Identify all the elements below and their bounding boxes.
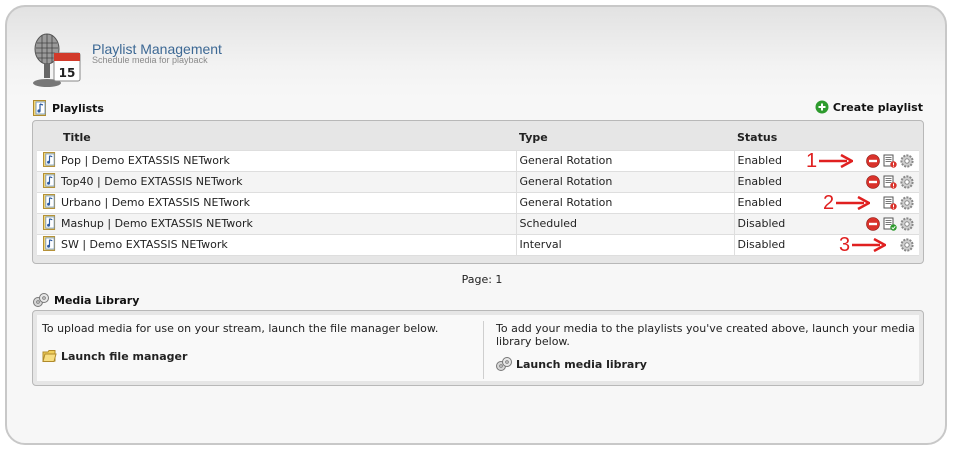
- annotation-number: 2: [823, 192, 835, 214]
- launch-file-manager-link[interactable]: Launch file manager: [42, 349, 472, 363]
- disable-icon[interactable]: [866, 153, 880, 168]
- playlist-icon: [42, 214, 55, 230]
- gear-icon[interactable]: [900, 195, 914, 210]
- launch-media-library-link[interactable]: Launch media library: [496, 357, 916, 371]
- media-library-title: Media Library: [54, 293, 140, 307]
- media-library-icon: [33, 293, 49, 307]
- divider: [483, 321, 484, 379]
- table-row[interactable]: Mashup | Demo EXTASSIS NETwork Scheduled…: [37, 212, 919, 235]
- app-frame: 15 Playlist Management Schedule media fo…: [5, 5, 947, 445]
- row-title[interactable]: Top40 | Demo EXTASSIS NETwork: [61, 170, 517, 193]
- row-type: Interval: [516, 233, 735, 256]
- table-row[interactable]: Urbano | Demo EXTASSIS NETwork General R…: [37, 191, 919, 214]
- table-header-row: Title Type Status: [37, 125, 919, 150]
- create-playlist-label: Create playlist: [832, 100, 923, 114]
- microphone-calendar-icon: 15: [33, 33, 81, 87]
- arrow-right-icon: [852, 238, 887, 252]
- media-library-box: To upload media for use on your stream, …: [32, 310, 924, 386]
- gear-icon[interactable]: [900, 216, 914, 231]
- arrow-right-icon: [836, 196, 871, 210]
- pagination: Page: 1: [461, 273, 503, 286]
- playlist-icon: [42, 235, 55, 251]
- row-status: Enabled: [734, 170, 809, 193]
- annotation-3: 3: [839, 234, 887, 256]
- folder-icon: [42, 350, 57, 362]
- gear-icon[interactable]: [900, 153, 914, 168]
- row-title[interactable]: Mashup | Demo EXTASSIS NETwork: [61, 212, 517, 235]
- playlist-alert-icon[interactable]: [883, 196, 897, 210]
- table-row[interactable]: Top40 | Demo EXTASSIS NETwork General Ro…: [37, 170, 919, 193]
- disable-icon[interactable]: [866, 174, 880, 189]
- table-row[interactable]: Pop | Demo EXTASSIS NETwork General Rota…: [37, 149, 919, 172]
- row-status: Disabled: [734, 212, 809, 235]
- annotation-number: 1: [806, 150, 818, 172]
- arrow-right-icon: [819, 154, 854, 168]
- row-type: General Rotation: [516, 191, 735, 214]
- media-library-icon: [496, 357, 512, 371]
- column-type: Type: [519, 130, 548, 144]
- calendar-day: 15: [59, 66, 76, 80]
- playlist-alert-icon[interactable]: [883, 154, 897, 168]
- row-type: General Rotation: [516, 170, 735, 193]
- media-library-panel: To add your media to the playlists you'v…: [496, 322, 916, 371]
- disable-icon[interactable]: [866, 216, 880, 231]
- playlists-table: Title Type Status Pop | Demo EXTASSIS NE…: [37, 125, 919, 256]
- file-manager-panel: To upload media for use on your stream, …: [42, 322, 472, 363]
- row-status: Disabled: [734, 233, 809, 256]
- row-type: General Rotation: [516, 149, 735, 172]
- row-title[interactable]: SW | Demo EXTASSIS NETwork: [61, 233, 517, 256]
- launch-file-manager-label: Launch file manager: [61, 349, 188, 363]
- playlist-enabled-icon[interactable]: [883, 217, 897, 231]
- playlist-alert-icon[interactable]: [883, 175, 897, 189]
- playlist-icon: [42, 193, 55, 209]
- file-manager-text: To upload media for use on your stream, …: [42, 322, 439, 335]
- launch-media-library-label: Launch media library: [516, 357, 647, 371]
- playlists-table-box: Title Type Status Pop | Demo EXTASSIS NE…: [32, 120, 924, 264]
- row-status: Enabled: [734, 149, 809, 172]
- row-title[interactable]: Urbano | Demo EXTASSIS NETwork: [61, 191, 517, 214]
- page-subtitle: Schedule media for playback: [92, 55, 208, 65]
- column-title: Title: [63, 130, 91, 144]
- row-title[interactable]: Pop | Demo EXTASSIS NETwork: [61, 149, 517, 172]
- media-library-header: Media Library: [33, 293, 139, 307]
- add-icon: [815, 100, 829, 114]
- annotation-1: 1: [806, 150, 854, 172]
- playlists-header: Playlists: [33, 100, 104, 116]
- playlist-icon: [33, 100, 46, 116]
- playlist-icon: [42, 172, 55, 188]
- column-status: Status: [737, 130, 778, 144]
- row-type: Scheduled: [516, 212, 735, 235]
- playlists-title: Playlists: [52, 101, 104, 115]
- playlist-icon: [42, 151, 55, 167]
- table-row[interactable]: SW | Demo EXTASSIS NETwork Interval Disa…: [37, 233, 919, 256]
- create-playlist-button[interactable]: Create playlist: [815, 100, 923, 114]
- annotation-2: 2: [823, 192, 871, 214]
- media-library-text: To add your media to the playlists you'v…: [496, 322, 915, 348]
- gear-icon[interactable]: [900, 174, 914, 189]
- row-status: Enabled: [734, 191, 809, 214]
- gear-icon[interactable]: [900, 237, 914, 252]
- annotation-number: 3: [839, 234, 851, 256]
